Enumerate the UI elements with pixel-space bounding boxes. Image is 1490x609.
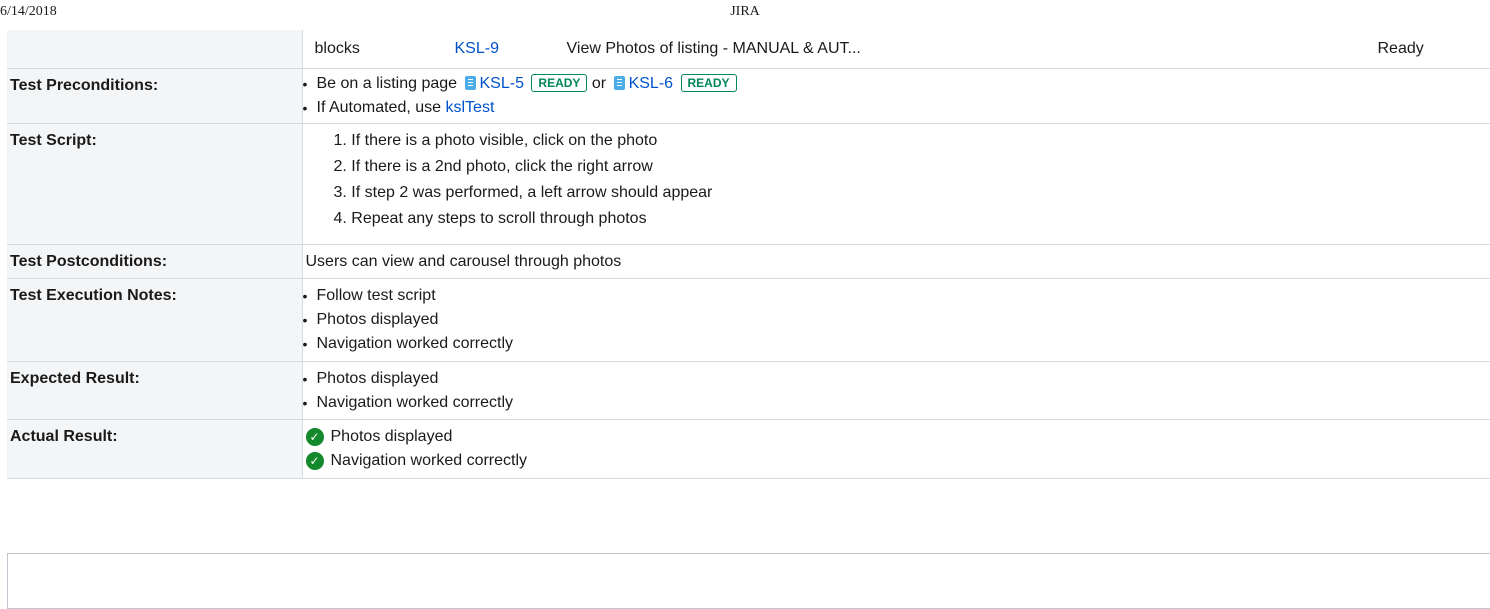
execution-notes-value: Follow test script Photos displayed Navi… xyxy=(302,279,1490,362)
comment-box xyxy=(7,553,1490,609)
link-type: blocks xyxy=(314,40,360,57)
actual-result-text: Photos displayed xyxy=(330,428,453,445)
issue-link-row: blocks KSL-9 View Photos of listing - MA… xyxy=(7,30,1490,69)
execution-notes-label: Test Execution Notes: xyxy=(7,278,303,362)
execution-note-item: Navigation worked correctly xyxy=(303,332,1490,356)
linked-issue-status: Ready xyxy=(1377,40,1424,57)
linked-issue-key[interactable]: KSL-9 xyxy=(455,40,567,58)
script-step: 2. If there is a 2nd photo, click the ri… xyxy=(333,158,653,175)
story-icon xyxy=(613,76,625,90)
execution-note-item: Photos displayed xyxy=(303,308,1490,332)
expected-result-label: Expected Result: xyxy=(7,361,303,420)
expected-result-value: Photos displayed Navigation worked corre… xyxy=(302,362,1490,420)
postconditions-value: Users can view and carousel through phot… xyxy=(305,253,622,270)
story-icon xyxy=(464,76,476,90)
ksltest-link[interactable]: kslTest xyxy=(445,99,494,116)
issue-link-cell: blocks KSL-9 View Photos of listing - MA… xyxy=(302,30,1490,69)
script-step: 4. Repeat any steps to scroll through ph… xyxy=(333,210,647,227)
script-value: 1. If there is a photo visible, click on… xyxy=(302,124,1490,245)
issue-link-ksl-5[interactable]: KSL-5 xyxy=(480,75,524,92)
expected-result-item: Photos displayed xyxy=(303,367,1490,391)
precondition-item: If Automated, use kslTest xyxy=(303,96,1490,120)
print-title: JIRA xyxy=(730,4,760,19)
execution-notes-row: Test Execution Notes: Follow test script… xyxy=(7,278,1490,362)
preconditions-row: Test Preconditions: Be on a listing page… xyxy=(7,68,1490,124)
linked-issue-summary: View Photos of listing - MANUAL & AUT... xyxy=(566,40,861,57)
expected-result-row: Expected Result: Photos displayed Naviga… xyxy=(7,361,1490,420)
or-text: or xyxy=(591,75,607,92)
precondition-item: Be on a listing page KSL-5 READY or KSL-… xyxy=(303,72,1490,96)
actual-result-value: ✓ Photos displayed ✓ Navigation worked c… xyxy=(302,420,1490,479)
execution-note-item: Follow test script xyxy=(303,284,1490,308)
preconditions-label: Test Preconditions: xyxy=(7,68,303,124)
actual-result-text: Navigation worked correctly xyxy=(330,452,528,469)
status-lozenge: READY xyxy=(680,74,737,92)
actual-result-item: ✓ Navigation worked correctly xyxy=(305,449,1490,473)
preconditions-value: Be on a listing page KSL-5 READY or KSL-… xyxy=(302,69,1490,124)
postconditions-row: Test Postconditions: Users can view and … xyxy=(7,244,1490,279)
expected-result-item: Navigation worked correctly xyxy=(303,391,1490,415)
issue-link-ksl-6[interactable]: KSL-6 xyxy=(629,75,673,92)
check-circle-icon: ✓ xyxy=(305,452,324,470)
actual-result-item: ✓ Photos displayed xyxy=(305,425,1490,449)
check-circle-icon: ✓ xyxy=(305,428,324,446)
script-label: Test Script: xyxy=(7,123,303,245)
precondition-text: Be on a listing page xyxy=(316,75,458,92)
precondition-text: If Automated, use xyxy=(316,99,442,116)
script-row: Test Script: 1. If there is a photo visi… xyxy=(7,123,1490,245)
actual-result-label: Actual Result: xyxy=(7,419,303,479)
postconditions-label: Test Postconditions: xyxy=(7,244,303,279)
status-lozenge: READY xyxy=(531,74,588,92)
issue-link-label-cell xyxy=(7,30,303,69)
issue-fields-table: blocks KSL-9 View Photos of listing - MA… xyxy=(7,30,1490,479)
actual-result-row: Actual Result: ✓ Photos displayed ✓ Navi… xyxy=(7,419,1490,479)
script-step: 1. If there is a photo visible, click on… xyxy=(333,132,658,149)
script-step: 3. If step 2 was performed, a left arrow… xyxy=(333,184,713,201)
